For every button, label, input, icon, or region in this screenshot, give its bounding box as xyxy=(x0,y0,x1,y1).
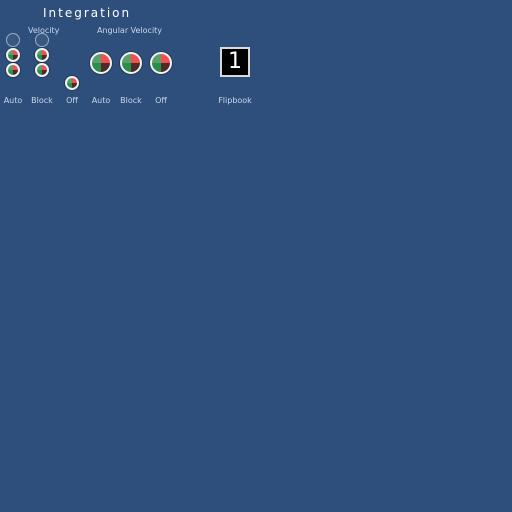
integration-panel: Integration Velocity Angular Velocity 1 … xyxy=(0,0,512,512)
angular-velocity-off-label: Off xyxy=(155,96,167,105)
velocity-auto-knob-1[interactable] xyxy=(6,33,20,47)
flipbook-label: Flipbook xyxy=(218,96,252,105)
velocity-auto-knob-3[interactable] xyxy=(6,63,20,77)
angular-velocity-off-knob[interactable] xyxy=(150,52,172,74)
velocity-off-knob[interactable] xyxy=(65,76,79,90)
velocity-auto-knob-2[interactable] xyxy=(6,48,20,62)
angular-velocity-section-label: Angular Velocity xyxy=(97,26,163,35)
angular-velocity-block-knob[interactable] xyxy=(120,52,142,74)
velocity-block-knob-3[interactable] xyxy=(35,63,49,77)
velocity-block-knob-2[interactable] xyxy=(35,48,49,62)
velocity-block-knob-1[interactable] xyxy=(35,33,49,47)
flipbook-counter[interactable]: 1 xyxy=(220,47,250,77)
integration-title: Integration xyxy=(43,6,132,20)
angular-velocity-auto-knob[interactable] xyxy=(90,52,112,74)
